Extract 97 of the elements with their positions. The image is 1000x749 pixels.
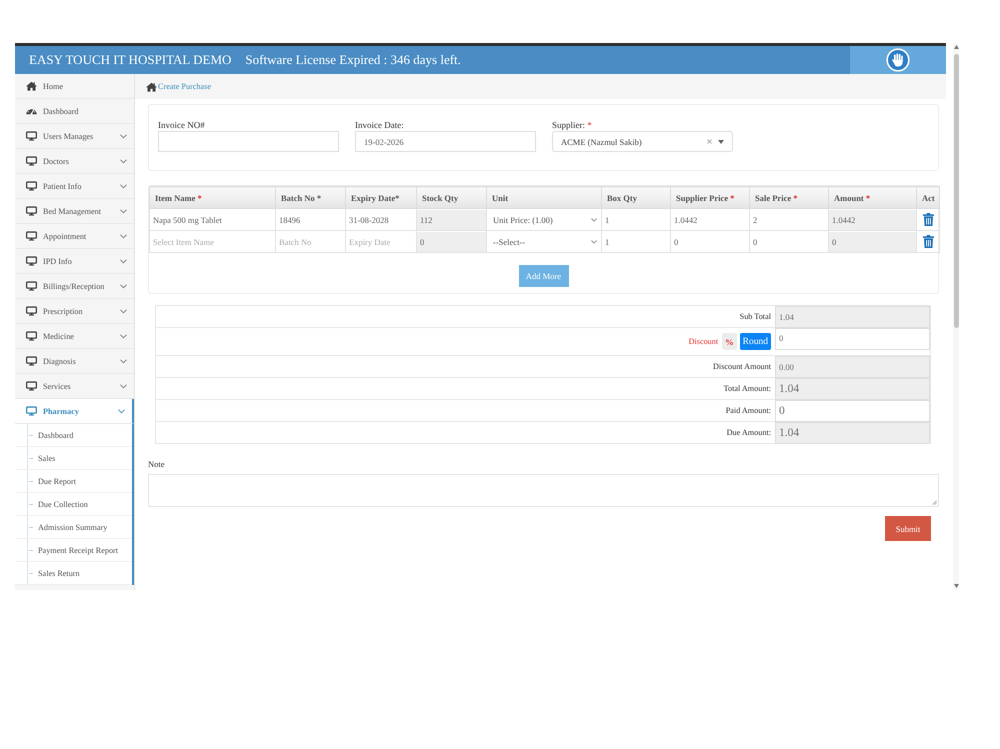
column-header: Box Qty	[602, 186, 670, 208]
monitor-icon	[26, 281, 37, 291]
monitor-icon	[26, 181, 37, 191]
monitor-icon	[26, 256, 37, 266]
total-label: Paid Amount:	[726, 406, 771, 415]
monitor-icon	[26, 331, 37, 341]
scroll-up-arrow-icon[interactable]	[954, 45, 958, 49]
chevron-down-icon	[120, 234, 127, 238]
column-header: Amount *	[828, 186, 916, 208]
sidebar-item[interactable]: Users Manages	[15, 124, 134, 149]
chevron-down-icon	[120, 284, 127, 288]
date-field[interactable]: 19-02-2026	[355, 131, 536, 152]
field-label: Supplier: *	[552, 120, 592, 131]
app-title: EASY TOUCH IT HOSPITAL DEMO	[28, 52, 232, 68]
monitor-icon	[26, 406, 37, 416]
submit-button[interactable]: Submit	[885, 516, 931, 541]
submenu-item[interactable]: Admission Summary	[15, 516, 132, 539]
column-header: Item Name *	[150, 186, 276, 208]
total-label: Due Amount:	[726, 428, 771, 437]
select-field[interactable]: ACME (Nazmul Sakib)	[552, 131, 733, 152]
text-field[interactable]	[158, 131, 339, 152]
sidebar-item[interactable]: Prescription	[15, 299, 134, 324]
column-header: Expiry Date*	[346, 186, 416, 208]
sidebar-item[interactable]: Bed Management	[15, 199, 134, 224]
sidebar-item[interactable]: Patient Info	[15, 174, 134, 199]
chevron-down-icon	[120, 384, 127, 388]
submenu-item[interactable]: Due Report	[15, 470, 132, 493]
chevron-down-icon	[120, 334, 127, 338]
chevron-down-icon	[120, 258, 127, 264]
sidebar-item[interactable]: Dashboard	[15, 99, 134, 124]
monitor-icon	[26, 381, 37, 391]
sidebar-item[interactable]: Appointment	[15, 224, 134, 249]
sidebar-item[interactable]: IPD Info	[15, 249, 134, 274]
readonly-field: 1.0442	[829, 210, 916, 230]
readonly-field: 1.04	[775, 422, 930, 444]
sidebar-item[interactable]: Home	[15, 74, 134, 99]
readonly-field: 0	[829, 232, 916, 252]
readonly-field: 112	[417, 210, 486, 230]
license-notice: Software License Expired : 346 days left.	[245, 52, 461, 68]
sidebar-item[interactable]: Billings/Reception	[15, 274, 134, 299]
amount-input[interactable]: 0	[775, 400, 930, 422]
discount-button[interactable]: %	[722, 333, 737, 350]
discount-label: Discount	[688, 337, 718, 346]
column-header: Act	[916, 186, 940, 208]
home-icon	[146, 82, 157, 92]
field-label: Invoice NO#	[158, 120, 205, 131]
sidebar-item[interactable]: Medicine	[15, 324, 134, 349]
chevron-down-icon	[120, 208, 127, 214]
submenu-item[interactable]: Sales	[15, 447, 132, 470]
monitor-icon	[26, 206, 37, 216]
sidebar-item[interactable]: Pharmacy	[15, 399, 134, 424]
chevron-down-icon	[591, 218, 597, 222]
submenu-item[interactable]: Dashboard	[15, 424, 132, 447]
breadcrumb-link[interactable]: Create Purchase	[158, 82, 211, 91]
readonly-field: 1.04	[775, 378, 930, 400]
chevron-down-icon	[120, 184, 127, 188]
chevron-down-icon	[120, 358, 127, 364]
discount-button[interactable]: Round	[740, 333, 771, 350]
readonly-field: 1.04	[775, 306, 930, 328]
clear-icon[interactable]	[707, 139, 712, 144]
submenu-item[interactable]: Due Collection	[15, 493, 132, 516]
monitor-icon	[26, 306, 37, 316]
total-label: Total Amount:	[724, 384, 771, 393]
column-header: Unit	[486, 186, 602, 208]
submenu-item[interactable]: Payment Receipt Report	[15, 539, 132, 562]
amount-input[interactable]: 0	[775, 328, 930, 350]
resize-grip-icon[interactable]	[932, 500, 937, 505]
scroll-down-arrow-icon[interactable]	[954, 584, 958, 588]
field-label: Invoice Date:	[355, 120, 404, 131]
chevron-down-icon	[120, 158, 127, 164]
total-label: Discount Amount	[713, 362, 771, 371]
monitor-icon	[26, 356, 37, 366]
sidebar-item[interactable]: Diagnosis	[15, 349, 134, 374]
readonly-field: 0	[417, 232, 486, 252]
scrollbar[interactable]	[953, 43, 959, 590]
column-header: Stock Qty	[416, 186, 486, 208]
monitor-icon	[26, 156, 37, 166]
chevron-down-icon	[118, 408, 125, 414]
submenu-item[interactable]: Sales Return	[15, 562, 132, 585]
trash-icon[interactable]	[922, 213, 934, 226]
caret-down-icon	[718, 140, 724, 144]
column-header: Batch No *	[276, 186, 346, 208]
chevron-down-icon	[120, 134, 127, 138]
chevron-down-icon	[120, 308, 127, 314]
hand-logo-icon	[886, 48, 910, 72]
chevron-down-icon	[591, 240, 597, 244]
home-icon	[26, 81, 37, 91]
monitor-icon	[26, 131, 37, 141]
field-label: Note	[148, 459, 165, 469]
gauge-icon	[26, 106, 37, 116]
readonly-field: 0.00	[775, 356, 930, 378]
trash-icon[interactable]	[922, 235, 934, 248]
sidebar-item[interactable]: Doctors	[15, 149, 134, 174]
total-label: Sub Total	[740, 312, 771, 321]
column-header: Sale Price *	[750, 186, 828, 208]
column-header: Supplier Price *	[670, 186, 750, 208]
monitor-icon	[26, 231, 37, 241]
